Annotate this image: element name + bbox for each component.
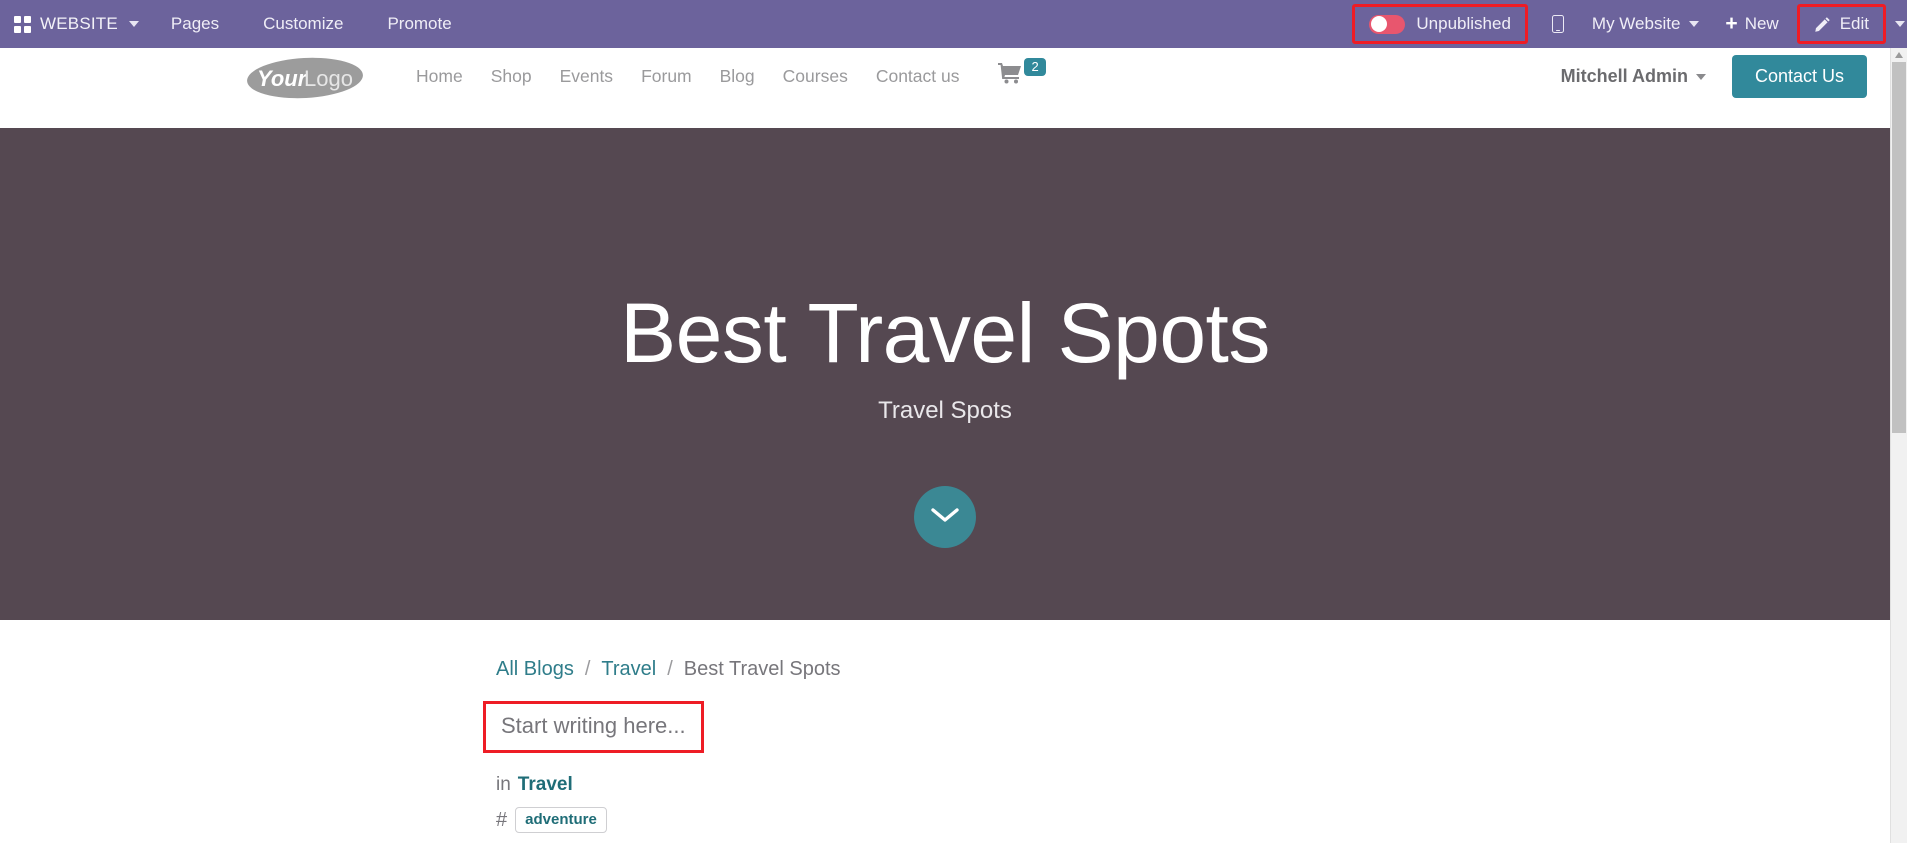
publish-toggle-group[interactable]: Unpublished — [1352, 4, 1528, 44]
in-label: in — [496, 774, 511, 795]
apps-menu-label: WEBSITE — [40, 14, 118, 33]
blog-category-meta: in Travel — [496, 774, 573, 796]
publish-toggle-switch[interactable] — [1369, 14, 1406, 34]
blog-tags-row: # adventure — [496, 807, 607, 833]
publish-status-label: Unpublished — [1416, 14, 1511, 33]
hash-icon: # — [496, 808, 508, 831]
edit-label: Edit — [1839, 14, 1869, 33]
user-name-label: Mitchell Admin — [1560, 66, 1688, 86]
mobile-phone-icon — [1551, 15, 1564, 33]
grid-apps-icon — [14, 15, 31, 33]
blog-category-link[interactable]: Travel — [518, 774, 573, 796]
header-right-group: Mitchell Admin Contact Us — [1561, 55, 1890, 98]
scrollbar-thumb[interactable] — [1892, 62, 1906, 433]
new-label: New — [1744, 14, 1779, 33]
site-nav-item-home[interactable]: Home — [402, 66, 477, 87]
chevron-down-icon — [930, 506, 960, 529]
shopping-cart-icon — [998, 62, 1022, 89]
svg-text:Your: Your — [257, 66, 308, 91]
breadcrumb-item-all-blogs[interactable]: All Blogs — [496, 658, 574, 681]
site-nav-item-blog[interactable]: Blog — [706, 66, 769, 87]
site-nav-item-forum[interactable]: Forum — [627, 66, 706, 87]
breadcrumb-separator: / — [667, 658, 673, 680]
site-nav-item-courses[interactable]: Courses — [769, 66, 862, 87]
my-website-menu[interactable]: My Website — [1580, 0, 1712, 48]
chevron-down-icon — [1894, 21, 1905, 27]
website-nav: Home Shop Events Forum Blog Courses Cont… — [402, 66, 973, 87]
backend-navbar: WEBSITE Pages Customize Promote Unpublis… — [0, 0, 1890, 48]
chevron-down-icon — [128, 21, 139, 27]
site-nav-item-shop[interactable]: Shop — [477, 66, 546, 87]
user-menu[interactable]: Mitchell Admin — [1561, 66, 1706, 87]
page-title: Best Travel Spots — [620, 286, 1270, 380]
hero-section: Best Travel Spots Travel Spots — [0, 128, 1890, 620]
vertical-scrollbar[interactable] — [1890, 48, 1907, 843]
scroll-up-arrow-icon[interactable] — [1891, 48, 1907, 62]
breadcrumb-item-current: Best Travel Spots — [683, 658, 841, 680]
new-button[interactable]: + New — [1711, 0, 1792, 48]
blog-post-body: All Blogs / Travel / Best Travel Spots S… — [0, 620, 1890, 843]
breadcrumb: All Blogs / Travel / Best Travel Spots — [496, 658, 841, 681]
my-website-label: My Website — [1591, 14, 1681, 33]
plus-icon: + — [1725, 11, 1738, 35]
scroll-down-button[interactable] — [914, 486, 976, 548]
breadcrumb-item-travel[interactable]: Travel — [601, 658, 656, 681]
apps-menu-button[interactable]: WEBSITE — [0, 0, 149, 48]
navbar-item-promote[interactable]: Promote — [365, 0, 473, 48]
editor-placeholder: Start writing here... — [501, 713, 686, 738]
site-nav-item-events[interactable]: Events — [546, 66, 628, 87]
navbar-right-group: Unpublished My Website + New Edit — [1352, 0, 1890, 48]
blog-content-editor[interactable]: Start writing here... — [483, 701, 704, 753]
page-subtitle: Travel Spots — [878, 397, 1012, 424]
site-nav-item-contact-us[interactable]: Contact us — [862, 66, 974, 87]
breadcrumb-separator: / — [584, 658, 591, 680]
pencil-icon — [1814, 16, 1831, 33]
contact-us-button[interactable]: Contact Us — [1731, 55, 1867, 98]
site-logo[interactable]: Your Logo — [245, 55, 365, 99]
tag-chip-adventure[interactable]: adventure — [515, 807, 607, 833]
edit-button[interactable]: Edit — [1796, 4, 1886, 44]
navbar-overflow-menu[interactable] — [1890, 0, 1907, 48]
chevron-down-icon — [1689, 21, 1700, 27]
website-header: Your Logo Home Shop Events Forum Blog Co… — [0, 48, 1890, 105]
svg-text:Logo: Logo — [304, 66, 353, 91]
toggle-knob — [1370, 16, 1387, 32]
cart-button[interactable]: 2 — [998, 57, 1046, 92]
navbar-item-pages[interactable]: Pages — [149, 0, 241, 48]
mobile-preview-button[interactable] — [1536, 0, 1580, 48]
chevron-down-icon — [1695, 73, 1706, 80]
navbar-item-customize[interactable]: Customize — [241, 0, 365, 48]
cart-count-badge: 2 — [1024, 57, 1046, 77]
